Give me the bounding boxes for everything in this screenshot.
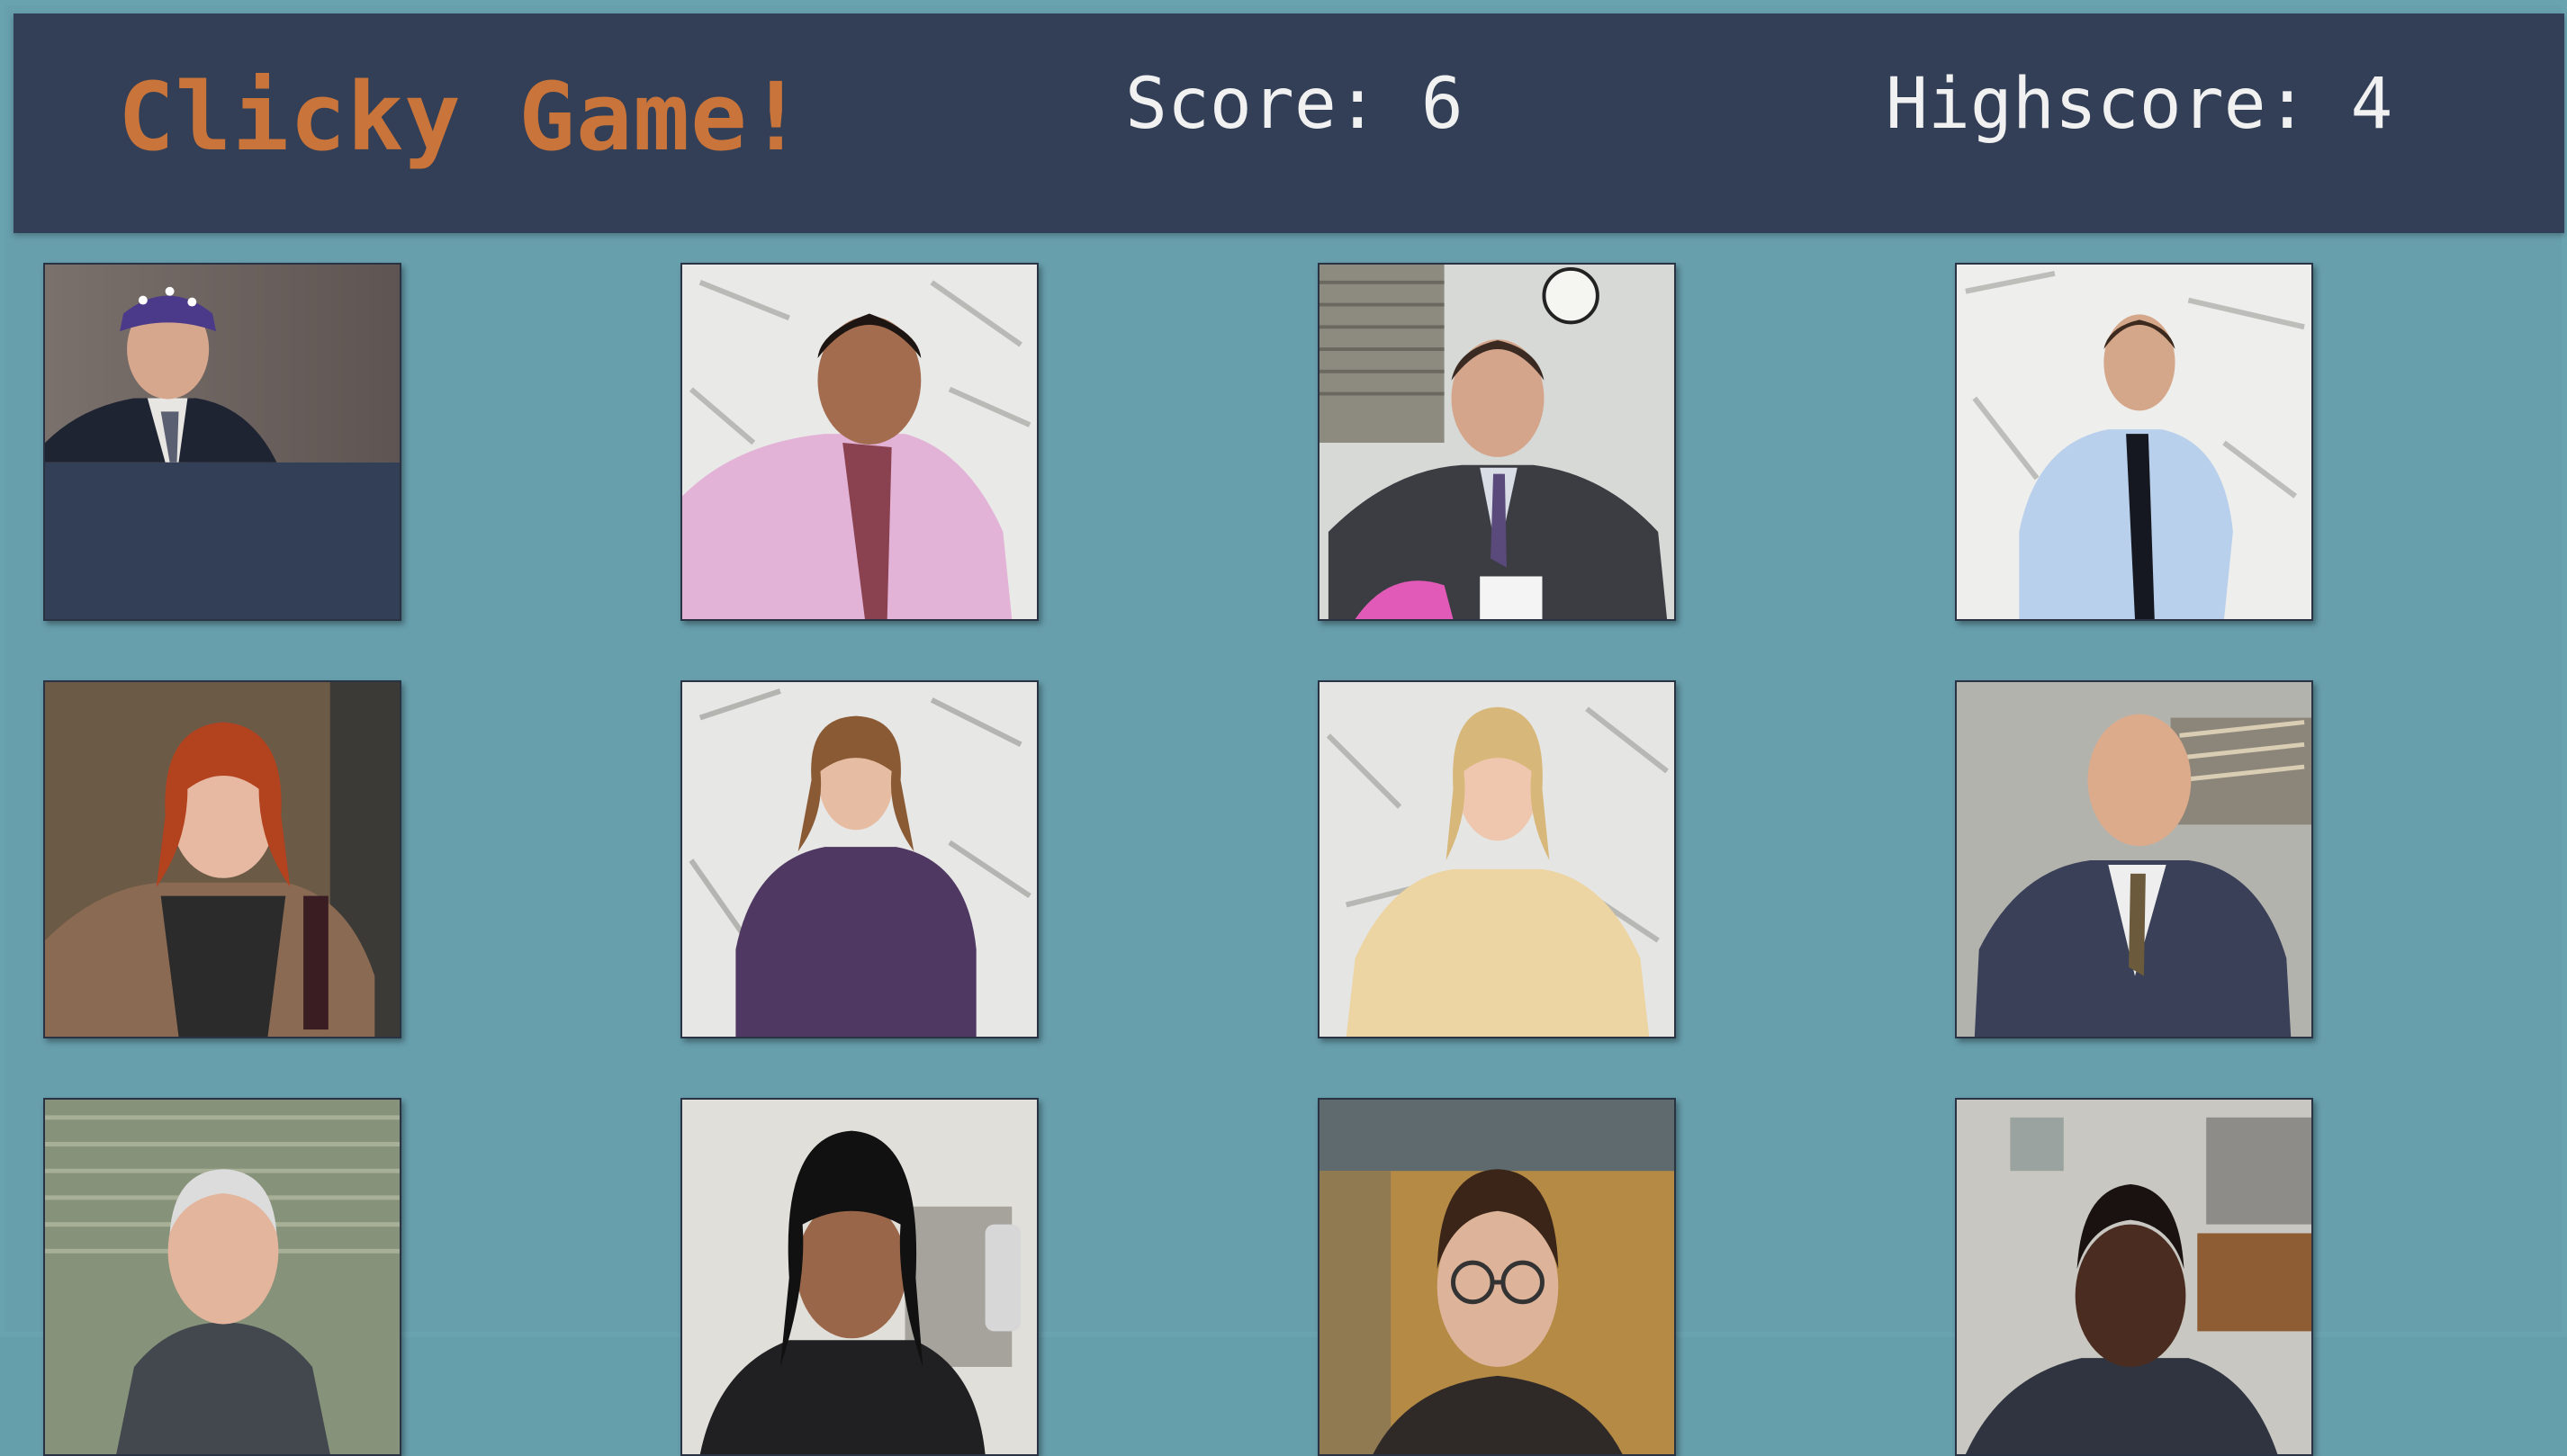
character-card-10[interactable]: [680, 1098, 1039, 1456]
portrait-bald-man-desk-image: [1957, 682, 2311, 1037]
portrait-man-glasses-image: [1320, 1100, 1674, 1454]
character-card-1[interactable]: [43, 263, 401, 621]
character-card-4[interactable]: [1955, 263, 2313, 621]
portrait-bandana-man-image: [45, 265, 400, 619]
portrait-man-office-image: [1957, 1100, 2311, 1454]
app-root: Clicky Game! Score: 6 Highscore: 4: [0, 0, 2567, 1456]
portrait-redhead-woman-image: [45, 682, 400, 1037]
portrait-woman-purple-top-image: [682, 682, 1037, 1037]
character-card-2[interactable]: [680, 263, 1039, 621]
character-card-9[interactable]: [43, 1098, 401, 1456]
character-card-12[interactable]: [1955, 1098, 2313, 1456]
game-title: Clicky Game!: [118, 62, 806, 172]
character-card-6[interactable]: [680, 680, 1039, 1038]
portrait-dark-hair-woman-image: [682, 1100, 1037, 1454]
character-card-11[interactable]: [1318, 1098, 1676, 1456]
portrait-man-blue-shirt-image: [1957, 265, 2311, 619]
portrait-man-suit-mug-image: [1320, 265, 1674, 619]
score-display: Score: 6: [1125, 64, 1464, 145]
portrait-older-man-image: [45, 1100, 400, 1454]
character-card-7[interactable]: [1318, 680, 1676, 1038]
character-card-3[interactable]: [1318, 263, 1676, 621]
portrait-man-pink-shirt-image: [682, 265, 1037, 619]
highscore-display: Highscore: 4: [1886, 64, 2393, 145]
navbar: Clicky Game! Score: 6 Highscore: 4: [14, 13, 2564, 233]
character-card-5[interactable]: [43, 680, 401, 1038]
character-card-8[interactable]: [1955, 680, 2313, 1038]
portrait-blonde-woman-image: [1320, 682, 1674, 1037]
